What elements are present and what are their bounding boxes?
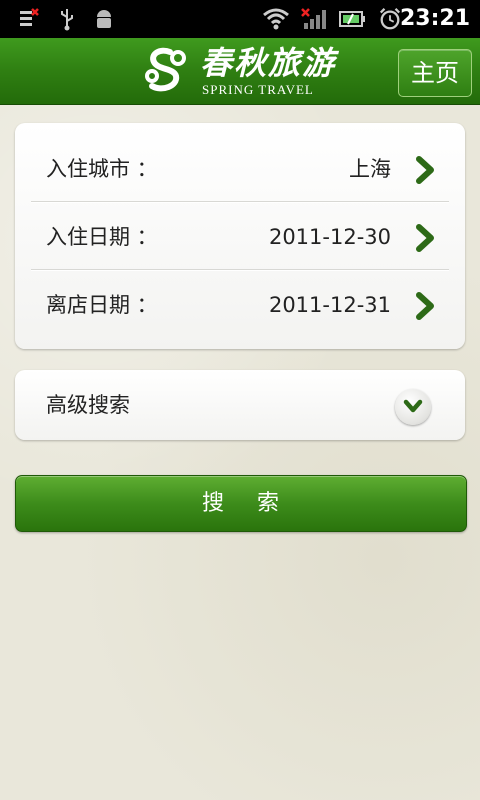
checkin-date-row[interactable]: 入住日期 ： 2011-12-30 bbox=[15, 203, 465, 271]
checkin-city-value: 上海 bbox=[349, 157, 391, 181]
app-logo: 春秋旅游 SPRING TRAVEL bbox=[140, 44, 350, 98]
wifi-icon bbox=[263, 8, 289, 30]
chevron-right-icon bbox=[416, 156, 434, 184]
logo-chinese-text: 春秋旅游 bbox=[200, 44, 337, 82]
usb-icon bbox=[61, 9, 73, 31]
battery-icon bbox=[339, 11, 365, 27]
checkout-date-value: 2011-12-31 bbox=[268, 293, 391, 317]
spring-logo-icon bbox=[145, 47, 186, 92]
android-debug-icon bbox=[97, 10, 111, 28]
advanced-search-row[interactable]: 高级搜索 bbox=[15, 370, 465, 440]
chevron-down-icon bbox=[403, 399, 423, 413]
checkin-city-label: 入住城市 ： bbox=[46, 157, 158, 181]
expand-toggle[interactable] bbox=[395, 389, 431, 425]
advanced-search-label: 高级搜索 bbox=[46, 393, 130, 417]
search-form-card: 入住城市 ： 上海 入住日期 ： 2011-12-30 离店日期 ： 2011-… bbox=[15, 123, 465, 349]
checkout-date-row[interactable]: 离店日期 ： 2011-12-31 bbox=[15, 271, 465, 339]
checkin-city-row[interactable]: 入住城市 ： 上海 bbox=[15, 135, 465, 203]
chevron-right-icon bbox=[416, 292, 434, 320]
notification-icon bbox=[20, 8, 39, 26]
checkin-date-label: 入住日期 ： bbox=[46, 225, 158, 249]
search-button[interactable]: 搜 索 bbox=[15, 475, 467, 532]
chevron-right-icon bbox=[416, 224, 434, 252]
status-bar: 23:21 bbox=[0, 0, 480, 38]
status-time: 23:21 bbox=[399, 6, 470, 31]
checkin-date-value: 2011-12-30 bbox=[268, 225, 391, 249]
checkout-date-label: 离店日期 ： bbox=[46, 293, 158, 317]
home-button[interactable]: 主页 bbox=[398, 49, 472, 97]
app-header: 春秋旅游 SPRING TRAVEL 主页 bbox=[0, 38, 480, 105]
logo-english-text: SPRING TRAVEL bbox=[202, 82, 314, 97]
signal-icon bbox=[301, 8, 326, 29]
